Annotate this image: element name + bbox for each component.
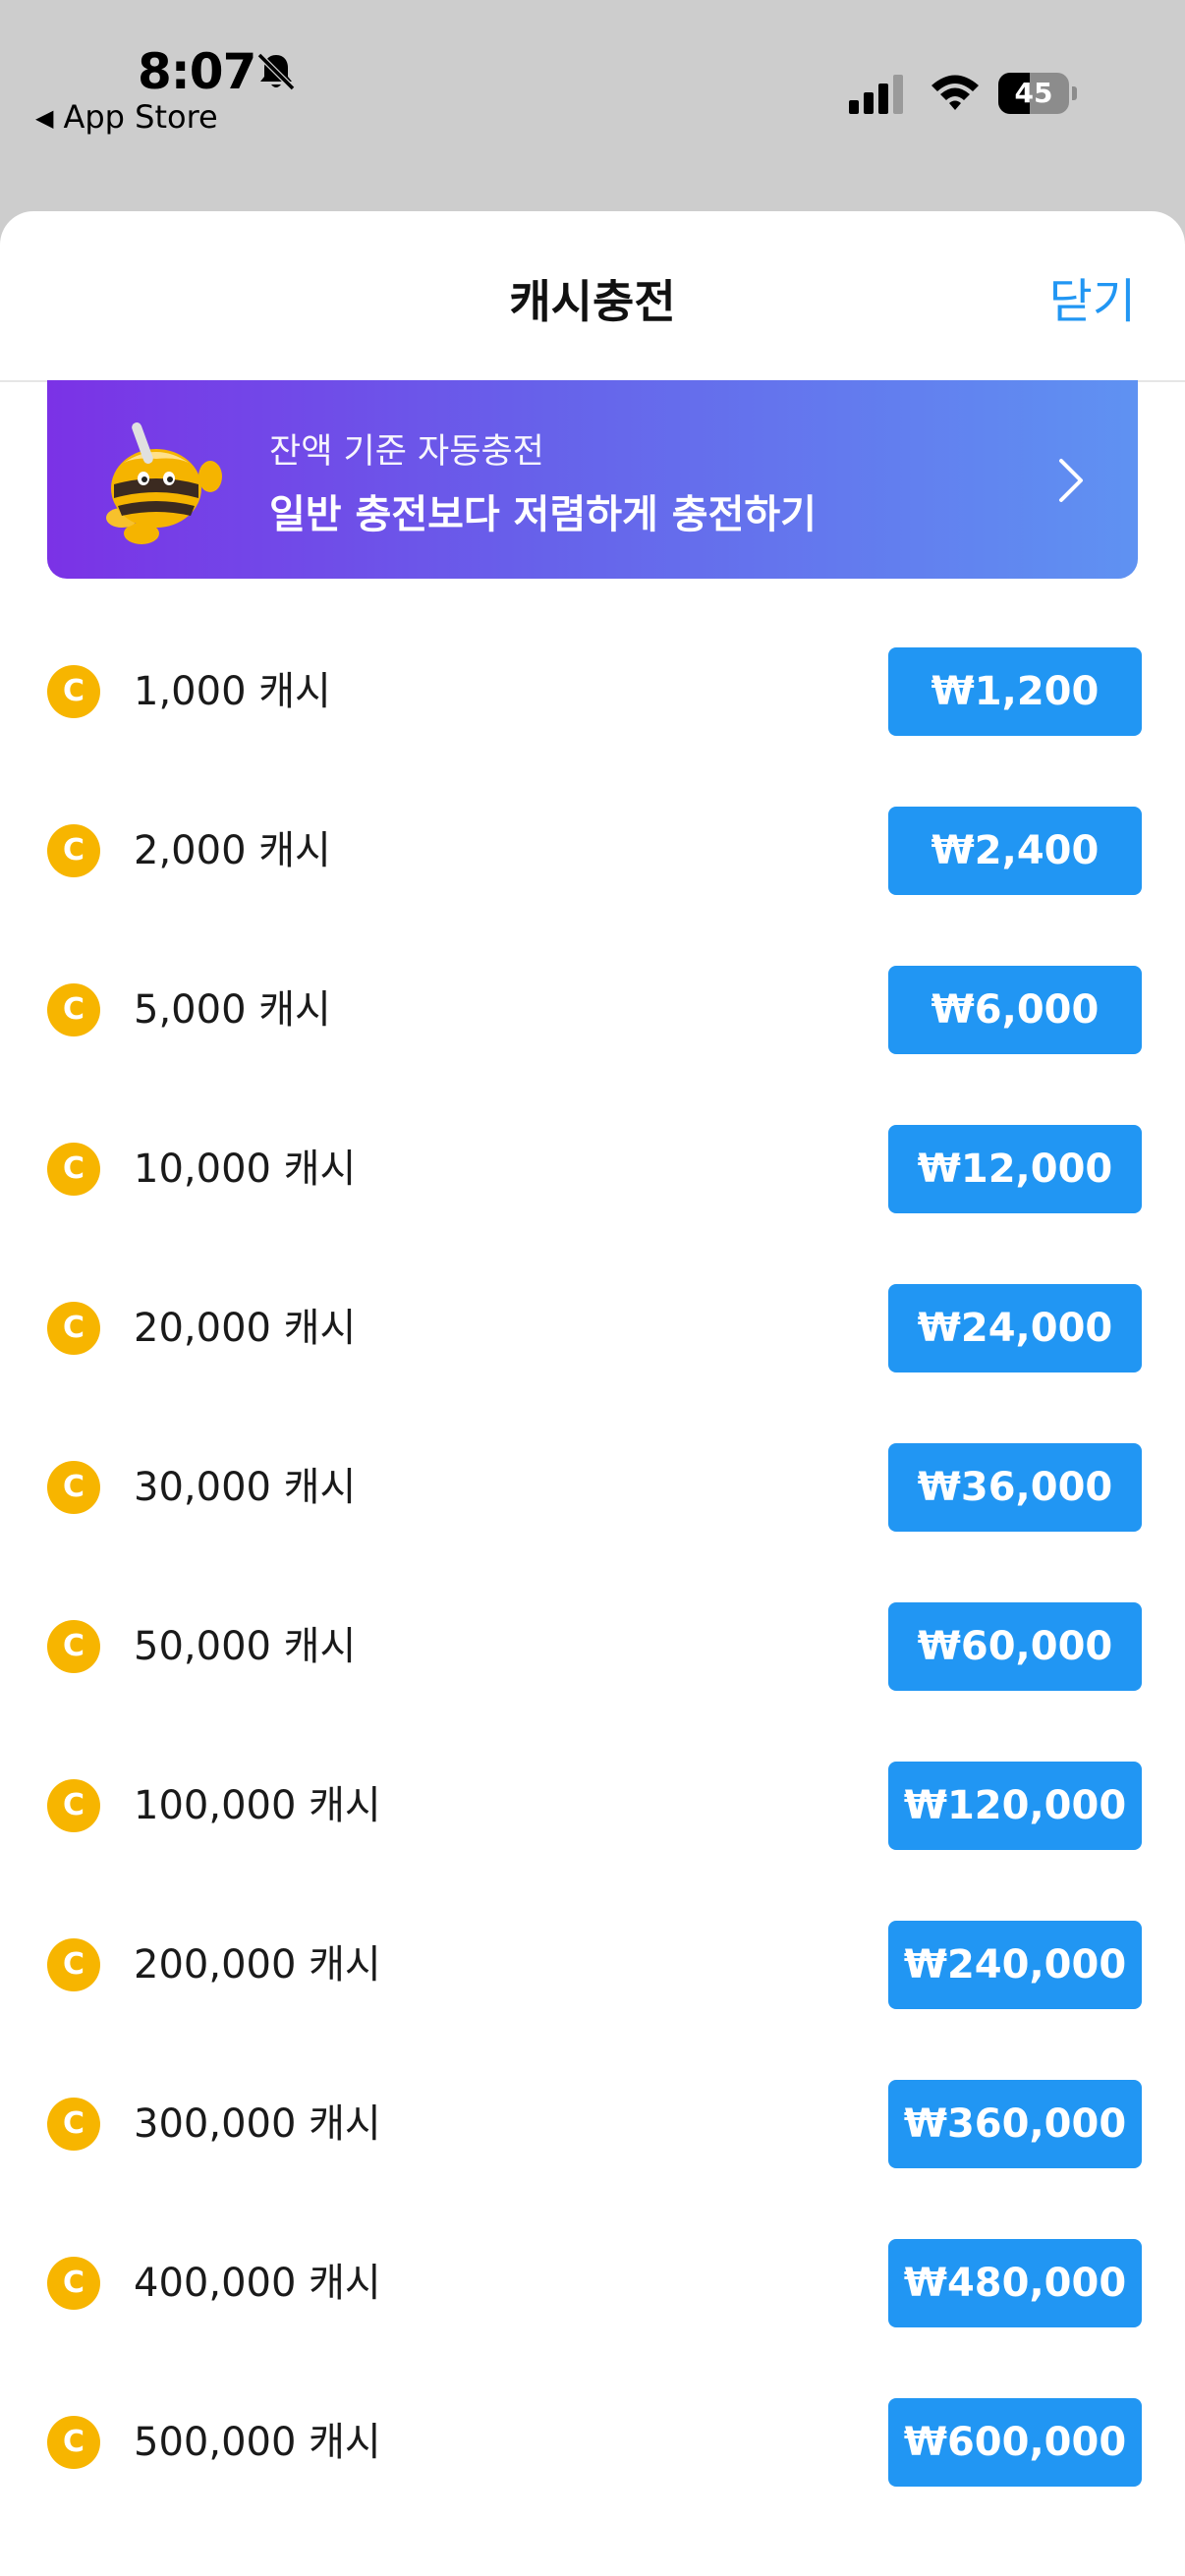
coin-icon: C — [47, 1143, 100, 1196]
cash-amount-label: 20,000 캐시 — [134, 1306, 357, 1351]
banner-title: 일반 충전보다 저렴하게 충전하기 — [269, 492, 817, 537]
cash-amount-label: 200,000 캐시 — [134, 1942, 381, 1988]
cash-package-row: C 50,000 캐시 ₩60,000 — [0, 1573, 1185, 1732]
bell-muted-icon — [256, 52, 296, 91]
price-button[interactable]: ₩2,400 — [888, 807, 1142, 895]
honey-bee-mascot-icon — [106, 422, 222, 544]
cash-amount-label: 1,000 캐시 — [134, 669, 331, 714]
cash-package-row: C 100,000 캐시 ₩120,000 — [0, 1732, 1185, 1891]
coin-icon: C — [47, 1938, 100, 1991]
battery-indicator: 45 — [998, 73, 1077, 116]
coin-icon: C — [47, 2416, 100, 2469]
cash-charge-sheet: 캐시충전 닫기 잔액 기준 자동충전 일반 충전보다 저렴하게 충전하기 C 1,… — [0, 211, 1185, 2576]
chevron-right-icon — [1059, 459, 1083, 502]
coin-icon: C — [47, 2098, 100, 2151]
page-title: 캐시충전 — [509, 275, 676, 328]
cash-package-row: C 30,000 캐시 ₩36,000 — [0, 1414, 1185, 1573]
banner-subtitle: 잔액 기준 자동충전 — [269, 432, 544, 472]
cash-amount-label: 400,000 캐시 — [134, 2261, 381, 2306]
price-button[interactable]: ₩240,000 — [888, 1921, 1142, 2009]
cash-package-row: C 5,000 캐시 ₩6,000 — [0, 936, 1185, 1095]
coin-icon: C — [47, 983, 100, 1036]
coin-icon: C — [47, 1779, 100, 1832]
cash-amount-label: 10,000 캐시 — [134, 1147, 357, 1192]
cash-package-row: C 500,000 캐시 ₩600,000 — [0, 2369, 1185, 2528]
cash-package-row: C 200,000 캐시 ₩240,000 — [0, 1891, 1185, 2050]
price-button[interactable]: ₩480,000 — [888, 2239, 1142, 2327]
battery-level: 45 — [1014, 77, 1053, 109]
cash-amount-label: 500,000 캐시 — [134, 2420, 381, 2465]
cash-amount-label: 2,000 캐시 — [134, 828, 331, 873]
coin-icon: C — [47, 2257, 100, 2310]
price-button[interactable]: ₩1,200 — [888, 647, 1142, 736]
back-to-app-store[interactable]: ◀ App Store — [35, 98, 218, 136]
cash-amount-label: 100,000 캐시 — [134, 1783, 381, 1828]
coin-icon: C — [47, 665, 100, 718]
price-button[interactable]: ₩12,000 — [888, 1125, 1142, 1213]
status-time: 8:07 — [138, 43, 256, 100]
cash-amount-label: 50,000 캐시 — [134, 1624, 357, 1669]
cash-package-row: C 1,000 캐시 ₩1,200 — [0, 618, 1185, 777]
cash-package-row: C 300,000 캐시 ₩360,000 — [0, 2050, 1185, 2210]
sheet-header: 캐시충전 닫기 — [0, 211, 1185, 382]
price-button[interactable]: ₩60,000 — [888, 1602, 1142, 1691]
price-button[interactable]: ₩6,000 — [888, 966, 1142, 1054]
price-button[interactable]: ₩600,000 — [888, 2398, 1142, 2487]
coin-icon: C — [47, 1461, 100, 1514]
coin-icon: C — [47, 1620, 100, 1673]
wifi-icon — [931, 75, 979, 110]
cash-package-row: C 400,000 캐시 ₩480,000 — [0, 2210, 1185, 2369]
price-button[interactable]: ₩36,000 — [888, 1443, 1142, 1532]
cellular-signal-icon — [849, 75, 903, 114]
cash-amount-label: 5,000 캐시 — [134, 987, 331, 1033]
cash-amount-label: 30,000 캐시 — [134, 1465, 357, 1510]
back-app-label: App Store — [63, 98, 218, 136]
price-button[interactable]: ₩24,000 — [888, 1284, 1142, 1372]
cash-package-row: C 2,000 캐시 ₩2,400 — [0, 777, 1185, 936]
coin-icon: C — [47, 824, 100, 877]
back-triangle-icon: ◀ — [35, 104, 54, 132]
cash-package-row: C 10,000 캐시 ₩12,000 — [0, 1095, 1185, 1255]
price-button[interactable]: ₩360,000 — [888, 2080, 1142, 2168]
cash-package-list: C 1,000 캐시 ₩1,200 C 2,000 캐시 ₩2,400 C 5,000 캐시 ₩… — [0, 618, 1185, 2528]
close-button[interactable]: 닫기 — [1049, 262, 1136, 331]
cash-amount-label: 300,000 캐시 — [134, 2101, 381, 2147]
coin-icon: C — [47, 1302, 100, 1355]
cash-package-row: C 20,000 캐시 ₩24,000 — [0, 1255, 1185, 1414]
auto-charge-banner[interactable]: 잔액 기준 자동충전 일반 충전보다 저렴하게 충전하기 — [47, 380, 1138, 579]
status-bar: 8:07 ◀ App Store 45 — [0, 0, 1185, 211]
price-button[interactable]: ₩120,000 — [888, 1762, 1142, 1850]
